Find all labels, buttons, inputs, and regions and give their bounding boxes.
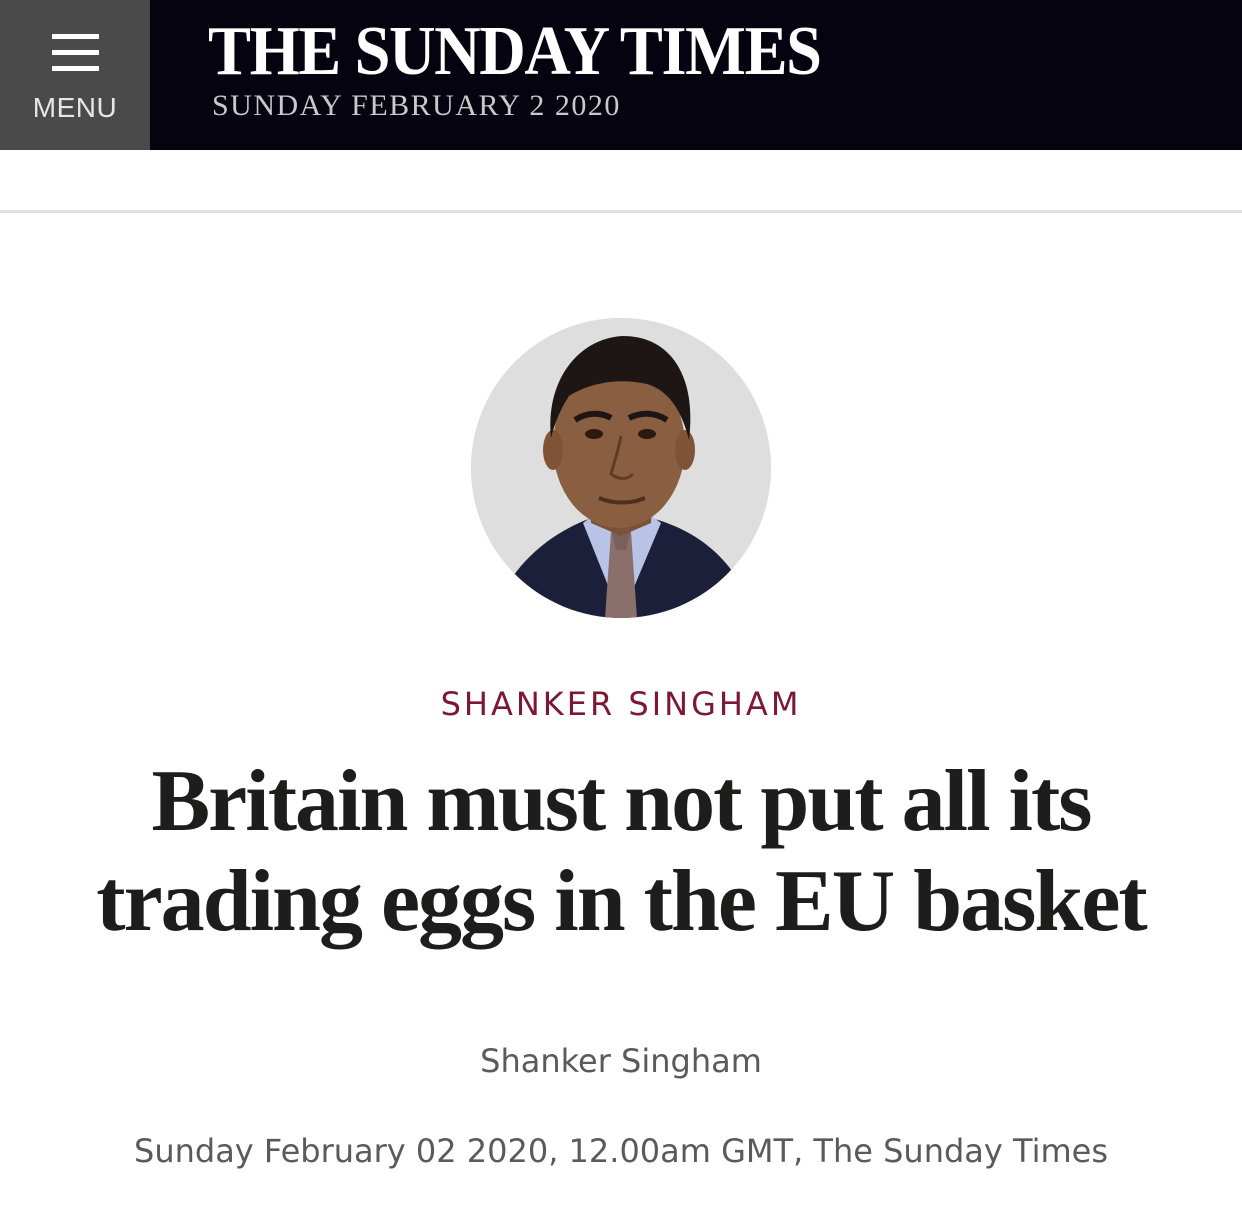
byline: Shanker Singham — [0, 1040, 1242, 1082]
byline-author-link[interactable]: Shanker Singham — [480, 1042, 762, 1080]
hamburger-menu-icon — [52, 34, 99, 72]
site-logo[interactable]: THE SUNDAY TIMES — [208, 14, 822, 90]
section-divider — [0, 210, 1242, 213]
menu-label: MENU — [32, 92, 118, 123]
masthead: MENU THE SUNDAY TIMES SUNDAY FEBRUARY 2 … — [0, 0, 1242, 150]
author-kicker[interactable]: SHANKER SINGHAM — [0, 684, 1242, 724]
article-headline: Britain must not put all its trading egg… — [96, 753, 1147, 950]
menu-button[interactable]: MENU — [0, 0, 150, 150]
author-avatar — [471, 318, 771, 618]
edition-date: SUNDAY FEBRUARY 2 2020 — [212, 89, 621, 122]
article-dateline: Sunday February 02 2020, 12.00am GMT, Th… — [134, 1132, 1108, 1170]
